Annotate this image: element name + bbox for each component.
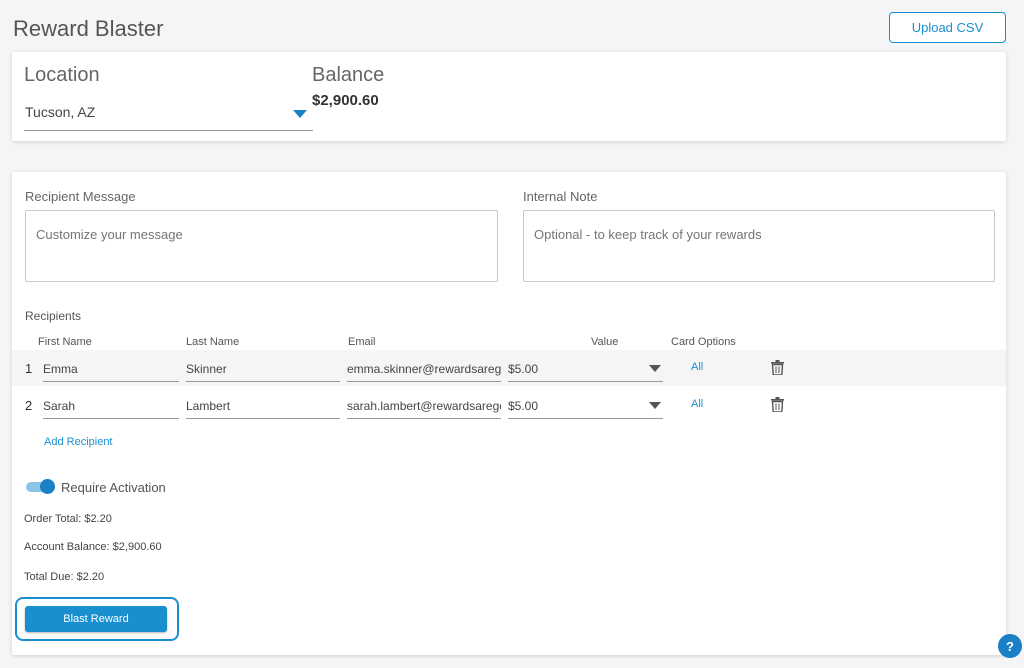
email-field[interactable]: emma.skinner@rewardsaregc bbox=[347, 353, 501, 382]
recipients-title: Recipients bbox=[25, 309, 82, 323]
toggle-knob bbox=[40, 479, 55, 494]
caret-down-icon bbox=[649, 402, 661, 409]
require-activation-label: Require Activation bbox=[61, 480, 166, 495]
table-row: 1 Emma Skinner emma.skinner@rewardsaregc… bbox=[12, 350, 1006, 386]
last-name-field[interactable]: Skinner bbox=[186, 353, 340, 382]
balance-value: $2,900.60 bbox=[312, 92, 379, 109]
add-recipient-link[interactable]: Add Recipient bbox=[44, 436, 113, 448]
value-text: $5.00 bbox=[508, 362, 539, 376]
col-card-options: Card Options bbox=[671, 336, 736, 348]
card-options-link[interactable]: All bbox=[691, 398, 703, 410]
balance-label: Balance bbox=[312, 64, 385, 86]
reward-form-card: Recipient Message Internal Note Recipien… bbox=[12, 172, 1006, 655]
internal-note-label: Internal Note bbox=[523, 189, 598, 204]
trash-icon[interactable] bbox=[771, 360, 784, 375]
last-name-field[interactable]: Lambert bbox=[186, 390, 340, 419]
card-options-link[interactable]: All bbox=[691, 361, 703, 373]
total-due: Total Due: $2.20 bbox=[24, 571, 105, 583]
require-activation-toggle[interactable] bbox=[26, 479, 56, 494]
upload-csv-button[interactable]: Upload CSV bbox=[889, 12, 1006, 43]
location-select[interactable]: Tucson, AZ bbox=[24, 98, 313, 131]
help-button[interactable]: ? bbox=[998, 634, 1022, 658]
recipient-message-input[interactable] bbox=[25, 210, 498, 282]
caret-down-icon bbox=[649, 365, 661, 372]
blast-reward-button[interactable]: Blast Reward bbox=[25, 606, 167, 632]
trash-icon[interactable] bbox=[771, 397, 784, 412]
value-text: $5.00 bbox=[508, 399, 539, 413]
table-row: 2 Sarah Lambert sarah.lambert@rewardsare… bbox=[12, 387, 1006, 423]
col-email: Email bbox=[348, 336, 376, 348]
page-title: Reward Blaster bbox=[13, 16, 164, 41]
value-select[interactable]: $5.00 bbox=[508, 390, 663, 419]
value-select[interactable]: $5.00 bbox=[508, 353, 663, 382]
location-value: Tucson, AZ bbox=[25, 104, 96, 120]
col-value: Value bbox=[591, 336, 619, 348]
location-label: Location bbox=[24, 64, 100, 86]
caret-down-icon bbox=[293, 110, 307, 118]
internal-note-input[interactable] bbox=[523, 210, 995, 282]
first-name-field[interactable]: Sarah bbox=[43, 390, 179, 419]
col-last-name: Last Name bbox=[186, 336, 240, 348]
first-name-field[interactable]: Emma bbox=[43, 353, 179, 382]
email-field[interactable]: sarah.lambert@rewardsaregc bbox=[347, 390, 501, 419]
row-number: 1 bbox=[25, 361, 33, 376]
row-number: 2 bbox=[25, 398, 33, 413]
order-total: Order Total: $2.20 bbox=[24, 513, 112, 525]
recipient-message-label: Recipient Message bbox=[25, 189, 136, 204]
col-first-name: First Name bbox=[38, 336, 92, 348]
location-card: Location Tucson, AZ Balance $2,900.60 bbox=[12, 52, 1006, 141]
account-balance: Account Balance: $2,900.60 bbox=[24, 541, 162, 553]
